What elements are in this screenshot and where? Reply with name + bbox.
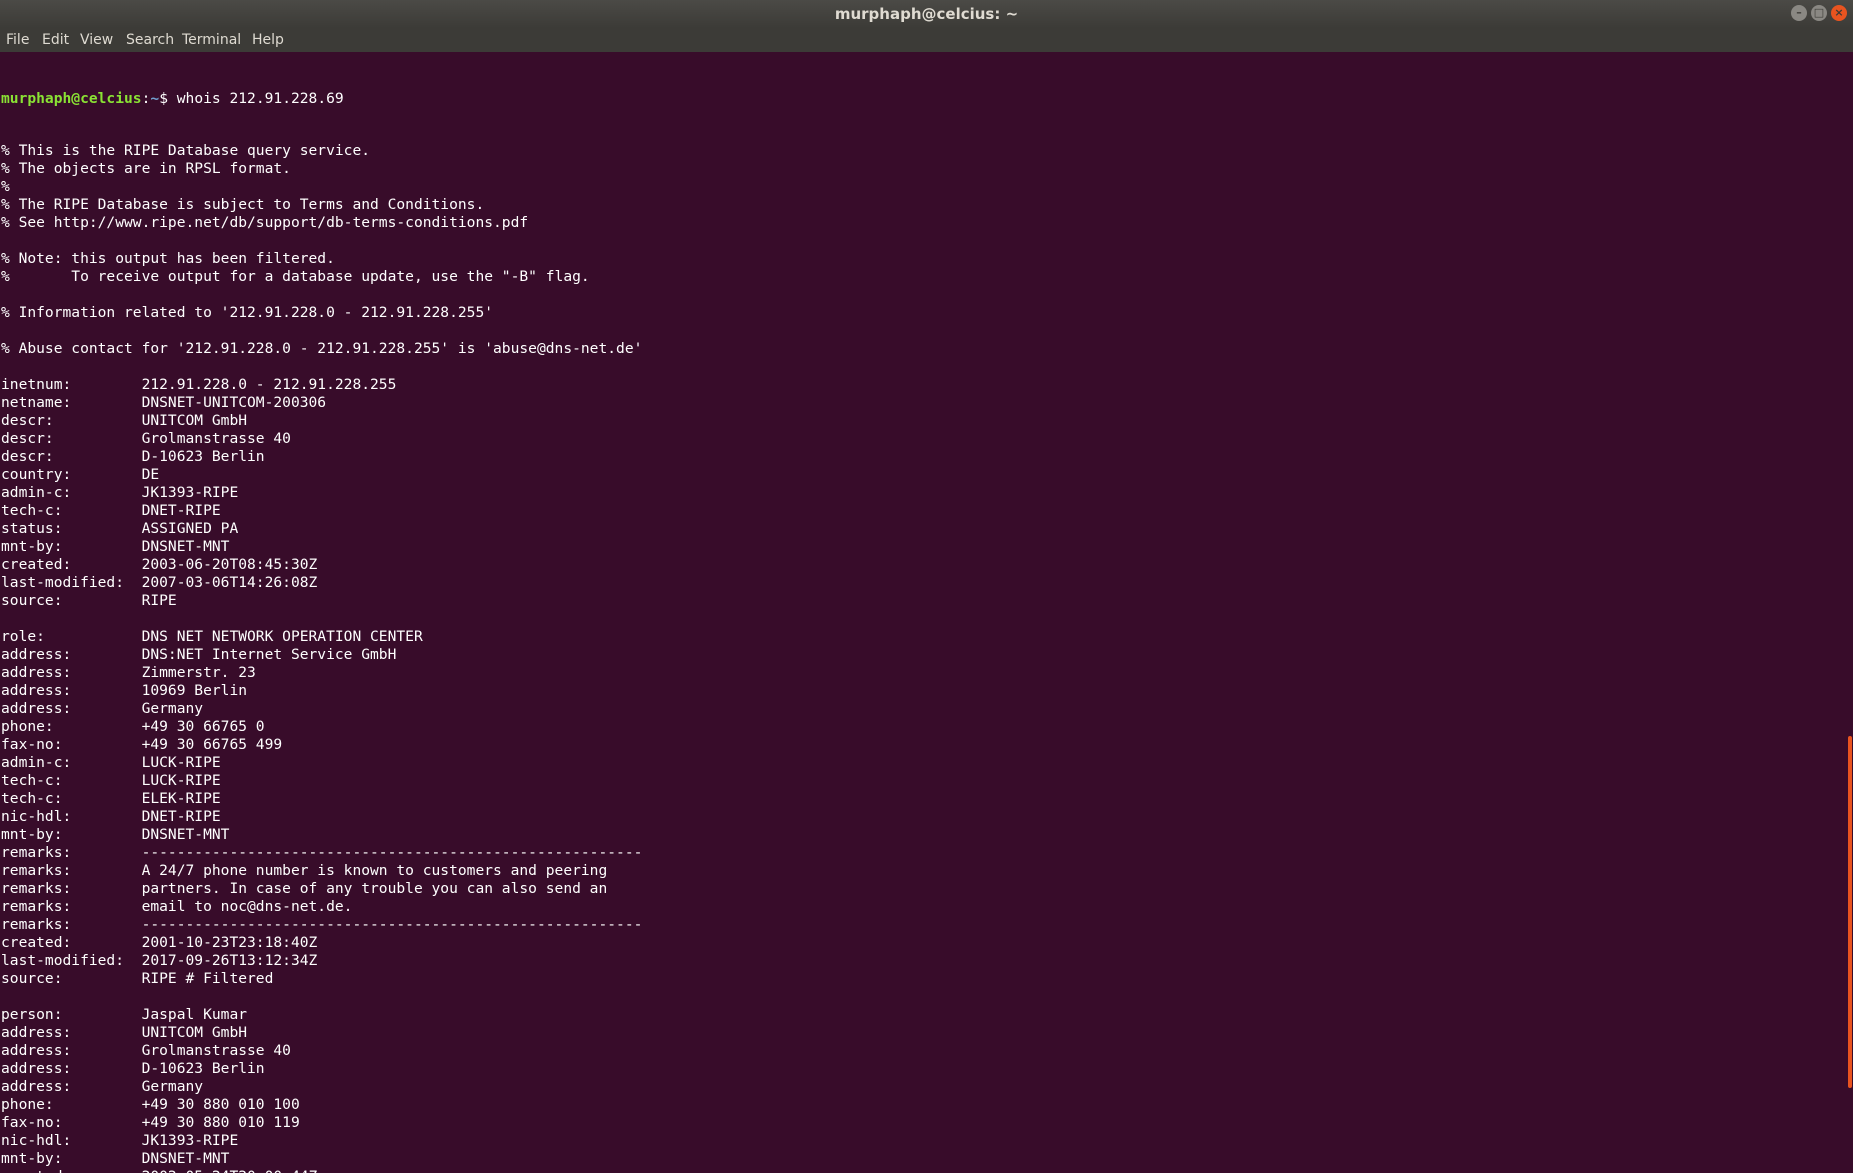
- output-line: country: DE: [1, 466, 160, 483]
- output-line: address: Zimmerstr. 23: [1, 664, 256, 681]
- prompt-command: whois 212.91.228.69: [176, 90, 344, 107]
- output-line: address: 10969 Berlin: [1, 682, 248, 699]
- close-icon[interactable]: ×: [1831, 5, 1847, 21]
- output-line: remarks: A 24/7 phone number is known to…: [1, 862, 608, 879]
- menu-help[interactable]: Help: [252, 32, 284, 48]
- output-line: descr: D-10623 Berlin: [1, 448, 265, 465]
- output-line: created: 2001-10-23T23:18:40Z: [1, 934, 318, 951]
- terminal-window: murphaph@celcius: ~ – □ × File Edit View…: [0, 0, 1853, 1173]
- output-line: address: DNS:NET Internet Service GmbH: [1, 646, 397, 663]
- output-line: descr: UNITCOM GmbH: [1, 412, 248, 429]
- output-line: created: 2003-06-20T08:45:30Z: [1, 556, 318, 573]
- output-line: remarks: -------------------------------…: [1, 844, 643, 861]
- minimize-icon[interactable]: –: [1791, 5, 1807, 21]
- output-line: last-modified: 2017-09-26T13:12:34Z: [1, 952, 318, 969]
- output-line: remarks: partners. In case of any troubl…: [1, 880, 608, 897]
- prompt-path: ~: [150, 90, 160, 107]
- output-line: fax-no: +49 30 880 010 119: [1, 1114, 300, 1131]
- output-line: descr: Grolmanstrasse 40: [1, 430, 291, 447]
- menu-view[interactable]: View: [80, 32, 113, 48]
- output-line: mnt-by: DNSNET-MNT: [1, 538, 230, 555]
- output-line: last-modified: 2007-03-06T14:26:08Z: [1, 574, 318, 591]
- output-line: remarks: email to noc@dns-net.de.: [1, 898, 353, 915]
- output-line: %: [1, 178, 10, 195]
- prompt-line: murphaph@celcius:~$ whois 212.91.228.69: [1, 90, 642, 108]
- output-line: address: UNITCOM GmbH: [1, 1024, 248, 1041]
- output-line: source: RIPE: [1, 592, 177, 609]
- output-line: role: DNS NET NETWORK OPERATION CENTER: [1, 628, 423, 645]
- output-line: % To receive output for a database updat…: [1, 268, 590, 285]
- output-line: source: RIPE # Filtered: [1, 970, 274, 987]
- output-line: % Note: this output has been filtered.: [1, 250, 335, 267]
- title-bar[interactable]: murphaph@celcius: ~ – □ ×: [0, 0, 1853, 28]
- prompt-user-host: murphaph@celcius: [1, 90, 142, 107]
- window-title: murphaph@celcius: ~: [834, 5, 1019, 23]
- output-line: status: ASSIGNED PA: [1, 520, 239, 537]
- maximize-icon[interactable]: □: [1811, 5, 1827, 21]
- output-line: admin-c: JK1393-RIPE: [1, 484, 239, 501]
- output-line: fax-no: +49 30 66765 499: [1, 736, 283, 753]
- menu-edit[interactable]: Edit: [42, 32, 69, 48]
- scrollbar-thumb[interactable]: [1848, 736, 1852, 1088]
- output-line: mnt-by: DNSNET-MNT: [1, 826, 230, 843]
- output-line: phone: +49 30 66765 0: [1, 718, 265, 735]
- output-line: phone: +49 30 880 010 100: [1, 1096, 300, 1113]
- output-line: nic-hdl: DNET-RIPE: [1, 808, 221, 825]
- output-line: % See http://www.ripe.net/db/support/db-…: [1, 214, 529, 231]
- output-line: netname: DNSNET-UNITCOM-200306: [1, 394, 327, 411]
- output-line: % This is the RIPE Database query servic…: [1, 142, 371, 159]
- menu-terminal[interactable]: Terminal: [182, 32, 241, 48]
- menu-bar: File Edit View Search Terminal Help: [0, 28, 1853, 52]
- output-line: % The objects are in RPSL format.: [1, 160, 291, 177]
- terminal-text: murphaph@celcius:~$ whois 212.91.228.69 …: [1, 56, 642, 1173]
- menu-file[interactable]: File: [6, 32, 29, 48]
- output-line: tech-c: DNET-RIPE: [1, 502, 221, 519]
- output-line: address: Grolmanstrasse 40: [1, 1042, 291, 1059]
- output-line: % Information related to '212.91.228.0 -…: [1, 304, 494, 321]
- output-line: mnt-by: DNSNET-MNT: [1, 1150, 230, 1167]
- output-line: remarks: -------------------------------…: [1, 916, 643, 933]
- output-line: admin-c: LUCK-RIPE: [1, 754, 221, 771]
- output-line: person: Jaspal Kumar: [1, 1006, 248, 1023]
- output-line: address: D-10623 Berlin: [1, 1060, 265, 1077]
- output-line: % Abuse contact for '212.91.228.0 - 212.…: [1, 340, 643, 357]
- output-line: tech-c: ELEK-RIPE: [1, 790, 221, 807]
- output-line: address: Germany: [1, 700, 204, 717]
- output-line: address: Germany: [1, 1078, 204, 1095]
- menu-search[interactable]: Search: [126, 32, 174, 48]
- prompt-symbol: $: [159, 90, 177, 107]
- output-line: nic-hdl: JK1393-RIPE: [1, 1132, 239, 1149]
- output-line: tech-c: LUCK-RIPE: [1, 772, 221, 789]
- terminal-output-area[interactable]: murphaph@celcius:~$ whois 212.91.228.69 …: [0, 52, 1844, 1173]
- output-line: % The RIPE Database is subject to Terms …: [1, 196, 485, 213]
- output-line: created: 2002-05-24T20:00:44Z: [1, 1168, 642, 1173]
- output-line: inetnum: 212.91.228.0 - 212.91.228.255: [1, 376, 397, 393]
